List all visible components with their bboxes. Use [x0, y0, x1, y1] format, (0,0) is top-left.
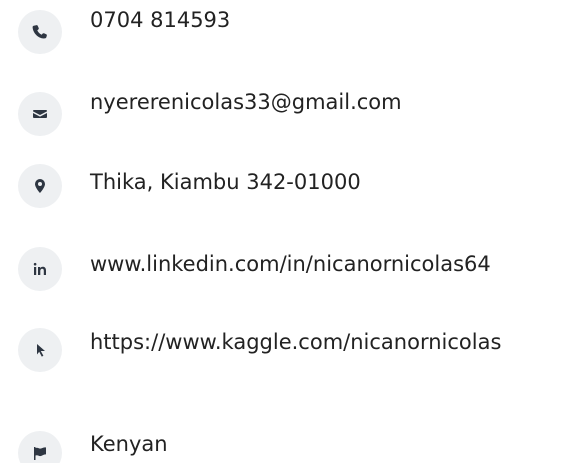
email-link[interactable]: nyererenicolas33@gmail.com	[90, 86, 558, 118]
phone-icon	[18, 10, 62, 54]
flag-icon	[18, 431, 62, 463]
cursor-pointer-icon	[18, 328, 62, 372]
envelope-icon	[18, 92, 62, 136]
location-pin-icon	[18, 164, 62, 208]
linkedin-link[interactable]: www.linkedin.com/in/nicanornicolas64	[90, 248, 558, 280]
kaggle-link[interactable]: https://www.kaggle.com/nicanornicolas	[90, 326, 558, 358]
location-text: Thika, Kiambu 342-01000	[90, 170, 361, 194]
phone-number: 0704 814593	[90, 8, 231, 32]
nationality-text: Kenyan	[90, 432, 168, 456]
linkedin-icon	[18, 247, 62, 291]
contact-info-list: 0704 814593 nyererenicolas33@gmail.com T…	[0, 0, 565, 463]
